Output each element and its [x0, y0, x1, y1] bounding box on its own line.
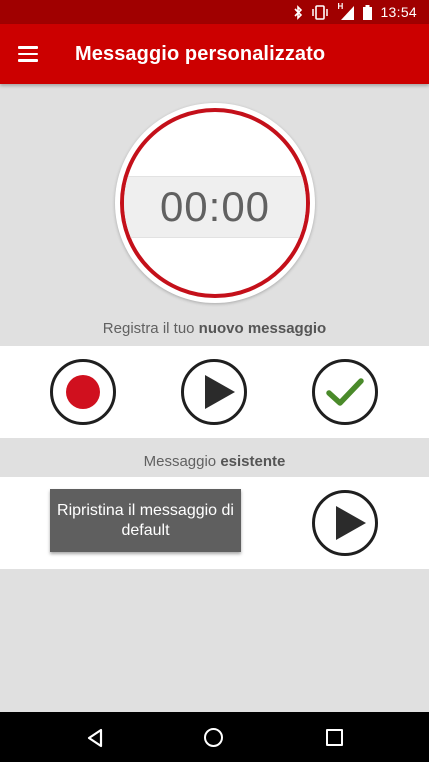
hamburger-menu-icon[interactable]	[18, 42, 42, 66]
timer-dial: 00:00	[115, 103, 315, 303]
timer-ring: 00:00	[120, 108, 310, 298]
restore-default-button[interactable]: Ripristina il messaggio di default	[50, 489, 241, 552]
navigation-bar	[0, 712, 429, 762]
timer-readout: 00:00	[159, 183, 271, 230]
vibrate-icon	[312, 4, 329, 20]
play-icon	[336, 506, 366, 540]
play-existing-button[interactable]	[312, 490, 378, 556]
signal-h-icon: H	[337, 2, 355, 20]
check-icon	[326, 378, 364, 406]
recents-icon[interactable]	[326, 729, 343, 746]
confirm-button[interactable]	[312, 359, 378, 425]
page-title: Messaggio personalizzato	[75, 43, 326, 65]
play-new-button[interactable]	[181, 359, 247, 425]
existing-message-caption-prefix: Messaggio	[143, 453, 221, 470]
home-icon[interactable]	[204, 728, 223, 747]
status-icons: H 13:54	[293, 2, 417, 20]
battery-icon	[363, 4, 373, 20]
status-bar: H 13:54	[0, 0, 429, 24]
new-message-caption-prefix: Registra il tuo	[102, 320, 199, 337]
new-message-caption: Registra il tuo nuovo messaggio	[0, 320, 429, 337]
back-icon[interactable]	[86, 728, 104, 748]
clock: 13:54	[380, 4, 417, 20]
record-icon	[66, 375, 100, 409]
play-icon	[205, 375, 235, 409]
bluetooth-icon	[294, 4, 303, 20]
app-bar: Messaggio personalizzato	[0, 24, 429, 84]
new-message-panel	[0, 346, 429, 438]
restore-default-label: Ripristina il messaggio di default	[57, 501, 234, 539]
existing-message-caption-bold: esistente	[220, 453, 286, 470]
new-message-caption-bold: nuovo messaggio	[198, 320, 327, 337]
record-button[interactable]	[50, 359, 116, 425]
existing-message-caption: Messaggio esistente	[0, 453, 429, 470]
